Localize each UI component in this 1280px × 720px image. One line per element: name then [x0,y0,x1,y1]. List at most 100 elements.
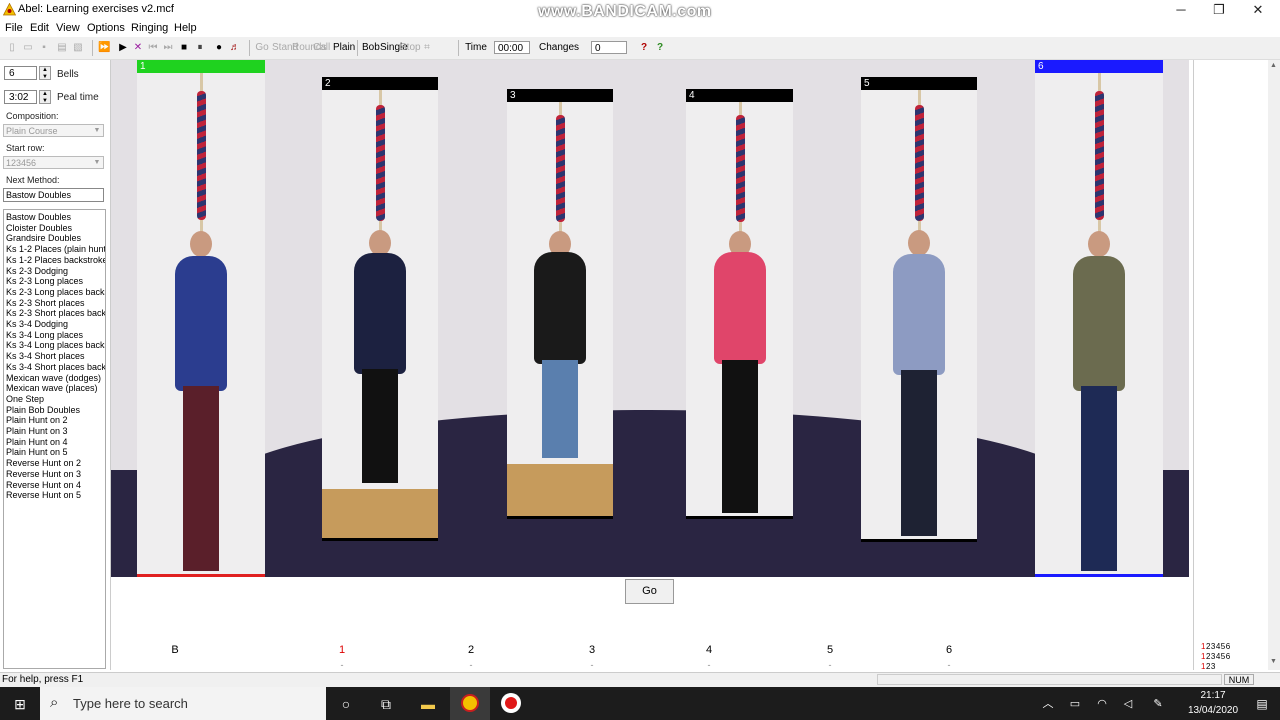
record-icon[interactable]: ● [213,41,225,55]
method-list-item[interactable]: Ks 2-3 Long places backstroke [6,287,105,297]
vertical-scrollbar[interactable]: ▲ ▼ [1268,60,1280,670]
peal-time-label: Peal time [57,92,99,103]
method-list-item[interactable]: Reverse Hunt on 3 [6,469,81,479]
method-list-item[interactable]: Ks 2-3 Long places [6,276,83,286]
ringer-panel-1[interactable]: 1 [137,60,265,577]
method-list-item[interactable]: Ks 2-3 Short places backstroke [6,308,105,318]
save-icon[interactable]: ▪ [38,41,50,55]
method-list-item[interactable]: Cloister Doubles [6,223,72,233]
peal-time-spinner[interactable]: ▲ ▼ [39,90,51,104]
tool-stand-button[interactable]: Stand [272,41,298,55]
method-list-item[interactable]: One Step [6,394,44,404]
taskbar-search-box[interactable]: ⌕ Type here to search [40,687,326,720]
rope-icon[interactable]: ♬ [229,41,241,55]
context-help-icon[interactable]: ? [654,41,666,55]
tool-extra-icon[interactable]: ⌗ [420,41,434,55]
new-icon[interactable]: ▯ [6,41,18,55]
volume-icon[interactable]: ◁ [1118,694,1138,714]
scroll-up-icon[interactable]: ▲ [1270,62,1277,69]
right-panel [1193,60,1268,670]
method-list-item[interactable]: Plain Hunt on 3 [6,426,68,436]
windows-start-icon[interactable]: ⊞ [10,694,30,714]
change-icon[interactable]: ✕ [132,41,144,55]
chevron-up-icon[interactable]: ︿ [1038,694,1058,714]
method-list-item[interactable]: Ks 2-3 Dodging [6,266,68,276]
bells-spinner[interactable]: ▲ ▼ [39,66,51,80]
tool-call-button[interactable]: Call [313,41,330,55]
method-list-item[interactable]: Reverse Hunt on 4 [6,480,81,490]
preview-icon[interactable]: ▧ [72,41,84,55]
wifi-icon[interactable]: ◠ [1092,694,1112,714]
method-list-item[interactable]: Plain Bob Doubles [6,405,80,415]
tool-single-button[interactable]: Single [380,41,408,55]
pen-icon[interactable]: ✎ [1148,694,1168,714]
go-button[interactable]: Go [625,579,674,604]
method-list-item[interactable]: Plain Hunt on 4 [6,437,68,447]
cortana-icon[interactable]: ○ [336,694,356,714]
row-rest: 23456 [1205,652,1231,661]
clock-date[interactable]: 13/04/2020 [1183,705,1243,716]
method-list-item[interactable]: Ks 2-3 Short places [6,298,85,308]
bandicam-icon[interactable] [501,693,521,713]
method-list-item[interactable]: Ks 3-4 Short places [6,351,85,361]
method-list-item[interactable]: Ks 3-4 Long places [6,330,83,340]
notifications-icon[interactable]: ▤ [1252,694,1272,714]
method-list-item[interactable]: Grandsire Doubles [6,233,81,243]
pause-icon[interactable]: ⏸ [194,41,206,55]
menu-edit[interactable]: Edit [30,22,49,34]
maximize-button[interactable]: ❐ [1199,0,1239,20]
ringer-panel-3[interactable]: 3 [507,89,613,519]
ringer-panel-6[interactable]: 6 [1035,60,1163,577]
tool-plain-button[interactable]: Plain [333,41,355,55]
composition-select[interactable]: Plain Course ▼ [3,124,104,137]
method-list-item[interactable]: Mexican wave (dodges) [6,373,101,383]
bells-input[interactable]: 6 [4,66,37,80]
menu-ringing[interactable]: Ringing [131,22,168,34]
ringer-panel-5[interactable]: 5 [861,77,977,542]
menu-file[interactable]: File [5,22,23,34]
method-list-item[interactable]: Reverse Hunt on 2 [6,458,81,468]
method-list-item[interactable]: Bastow Doubles [6,212,71,222]
menu-help[interactable]: Help [174,22,197,34]
stop-icon[interactable]: ■ [178,41,190,55]
method-list-item[interactable]: Plain Hunt on 2 [6,415,68,425]
method-list-item[interactable]: Mexican wave (places) [6,383,98,393]
close-button[interactable]: ✕ [1238,0,1278,20]
open-icon[interactable]: ▭ [22,41,34,55]
tool-go-button[interactable]: Go [255,41,269,55]
menu-view[interactable]: View [56,22,80,34]
print-icon[interactable]: ▤ [56,41,68,55]
ringer-panel-2[interactable]: 2 [322,77,438,541]
tool-bob-button[interactable]: Bob [362,41,380,55]
minimize-button[interactable]: ─ [1161,0,1201,20]
task-view-icon[interactable]: ⧉ [376,694,396,714]
method-list-item[interactable]: Plain Hunt on 5 [6,447,68,457]
time-field: 00:00 [494,41,530,54]
method-list-item[interactable]: Ks 1-2 Places backstroke [6,255,105,265]
tool-rounds-button[interactable]: Rounds [292,41,326,55]
method-list-item[interactable]: Reverse Hunt on 5 [6,490,81,500]
method-list-item[interactable]: Ks 1-2 Places (plain hunt on [6,244,105,254]
file-explorer-icon[interactable]: ▬ [418,694,438,714]
tool-stop-button[interactable]: Stop [400,41,421,55]
help-icon[interactable]: ? [638,41,650,55]
battery-icon[interactable]: ▭ [1065,694,1085,714]
menu-options[interactable]: Options [87,22,125,34]
play-icon[interactable]: ▶ [117,41,129,55]
next-method-field[interactable]: Bastow Doubles [3,188,104,202]
abel-taskbar-item[interactable] [450,687,490,720]
scroll-down-icon[interactable]: ▼ [1270,658,1277,665]
method-list[interactable]: Bastow Doubles Cloister Doubles Grandsire … [3,209,106,669]
method-list-item[interactable]: Ks 3-4 Long places backstroke [6,340,105,350]
method-list-item[interactable]: Ks 3-4 Dodging [6,319,68,329]
start-row-select[interactable]: 123456 ▼ [3,156,104,169]
clock-time[interactable]: 21:17 [1183,690,1243,701]
ringer-legs [183,385,219,571]
previous-icon[interactable]: ⏮ [147,41,159,55]
fast-forward-icon[interactable]: ⏩ [98,41,110,55]
method-list-item[interactable]: Ks 3-4 Short places backstroke [6,362,105,372]
ringer-panel-4[interactable]: 4 [686,89,793,519]
blue-line-row: 123456 [1201,642,1231,651]
peal-time-input[interactable]: 3:02 [4,90,37,104]
next-icon[interactable]: ⏭ [162,41,174,55]
